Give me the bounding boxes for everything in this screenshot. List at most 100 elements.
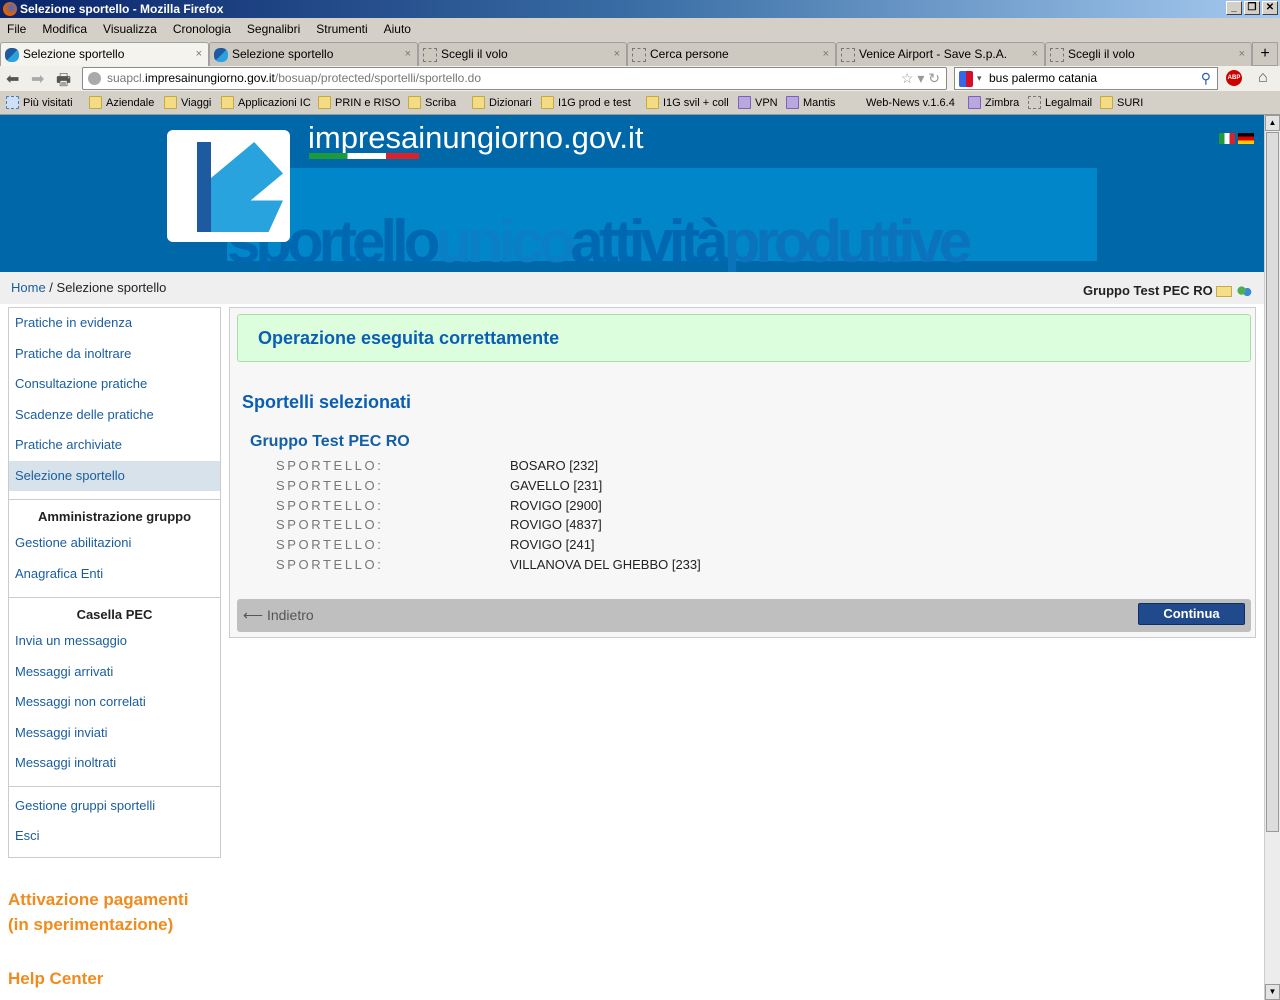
sidebar-item[interactable]: Anagrafica Enti (9, 559, 220, 590)
close-tab-icon[interactable]: × (823, 43, 829, 66)
tab[interactable]: Selezione sportello × (209, 42, 418, 66)
menu-strumenti[interactable]: Strumenti (316, 18, 367, 40)
home-icon[interactable]: ⌂ (1258, 69, 1268, 87)
sidebar-item[interactable]: Pratiche in evidenza (9, 308, 220, 339)
back-link[interactable]: ⟵ Indietro (243, 607, 314, 624)
menu-modifica[interactable]: Modifica (42, 18, 87, 40)
sidebar-heading-admin: Amministrazione gruppo (37, 509, 192, 524)
site-logo[interactable] (167, 130, 290, 242)
bookmark-icon (738, 96, 751, 109)
forward-icon[interactable]: ➡ (31, 69, 44, 89)
bookmark-item[interactable]: Legalmail (1028, 91, 1092, 115)
sidebar-item[interactable]: Messaggi inoltrati (9, 748, 220, 779)
success-message: Operazione eseguita correttamente (237, 314, 1251, 362)
bookmark-item[interactable]: I1G svil + coll (646, 91, 729, 115)
bookmark-label: PRIN e RISO (335, 97, 401, 109)
help-center-link[interactable]: Help Center (8, 966, 103, 991)
search-input[interactable]: ▾ bus palermo catania ⚲ (954, 67, 1218, 90)
action-bar: ⟵ Indietro Continua (237, 599, 1251, 632)
row-value: BOSARO [232] (510, 458, 599, 473)
sidebar-item[interactable]: Gestione abilitazioni (9, 528, 220, 559)
list-item: SPORTELLO: ROVIGO [2900] (276, 498, 701, 518)
star-reload-icons[interactable]: ☆ ▾ ↻ (901, 68, 940, 89)
sidebar-item[interactable]: Consultazione pratiche (9, 369, 220, 400)
menu-file[interactable]: File (7, 18, 26, 40)
new-tab-button[interactable]: + (1252, 42, 1278, 66)
google-icon (959, 71, 973, 87)
breadcrumb-home[interactable]: Home (11, 280, 46, 295)
sidebar-item[interactable]: Messaggi inviati (9, 718, 220, 749)
bookmark-item[interactable]: Aziendale (89, 91, 154, 115)
close-tab-icon[interactable]: × (405, 43, 411, 66)
menu-visualizza[interactable]: Visualizza (103, 18, 157, 40)
bookmark-item[interactable]: Mantis (786, 91, 835, 115)
sidebar-item[interactable]: Pratiche da inoltrare (9, 339, 220, 370)
bookmark-label: I1G svil + coll (663, 97, 729, 109)
row-label: SPORTELLO: (276, 537, 384, 553)
close-tab-icon[interactable]: × (196, 43, 202, 66)
search-value: bus palermo catania (989, 71, 1098, 85)
sidebar-item[interactable]: Esci (9, 821, 220, 852)
divider (9, 597, 220, 598)
italian-flag-icon[interactable] (1219, 133, 1235, 144)
adblock-icon[interactable]: ABP (1226, 70, 1242, 86)
bookmark-item[interactable]: Viaggi (164, 91, 211, 115)
bookmark-item[interactable]: Applicazioni IC (221, 91, 311, 115)
url-input[interactable]: suapcl.impresainungiorno.gov.it/bosuap/p… (82, 67, 947, 90)
sidebar-item[interactable]: Pratiche archiviate (9, 430, 220, 461)
tab[interactable]: Selezione sportello × (0, 42, 209, 66)
bookmark-item[interactable]: SURI (1100, 91, 1143, 115)
minimize-button[interactable]: _ (1226, 1, 1242, 15)
sidebar-item[interactable]: Selezione sportello (9, 460, 220, 491)
bookmark-item[interactable]: Dizionari (472, 91, 532, 115)
back-icon[interactable]: ⬅ (6, 69, 19, 89)
folder-icon (89, 96, 102, 109)
close-tab-icon[interactable]: × (614, 43, 620, 66)
menu-cronologia[interactable]: Cronologia (173, 18, 231, 40)
tab[interactable]: Venice Airport - Save S.p.A. × (836, 42, 1045, 66)
bookmark-item[interactable]: I1G prod e test (541, 91, 631, 115)
sidebar-item[interactable]: Messaggi arrivati (9, 657, 220, 688)
scroll-thumb[interactable] (1266, 132, 1279, 832)
continue-button[interactable]: Continua (1138, 603, 1245, 625)
bookmark-label: Web-News v.1.6.4 (866, 97, 955, 109)
german-flag-icon[interactable] (1238, 133, 1254, 144)
bookmark-item[interactable]: Scriba (408, 91, 456, 115)
bookmark-item[interactable]: Zimbra (968, 91, 1019, 115)
users-icon[interactable] (1236, 284, 1252, 299)
menu-aiuto[interactable]: Aiuto (384, 18, 411, 40)
bookmark-icon (786, 96, 799, 109)
envelope-icon[interactable] (1216, 286, 1233, 298)
tab[interactable]: Cerca persone × (627, 42, 836, 66)
menu-segnalibri[interactable]: Segnalibri (247, 18, 300, 40)
search-icon[interactable]: ⚲ (1201, 68, 1211, 89)
tab[interactable]: Scegli il volo × (1045, 42, 1252, 66)
menu-bar: File Modifica Visualizza Cronologia Segnalib… (0, 18, 1280, 40)
bookmark-icon (1028, 96, 1041, 109)
close-tab-icon[interactable]: × (1032, 43, 1038, 66)
sidebar-item[interactable]: Invia un messaggio (9, 626, 220, 657)
site-name[interactable]: impresainungiorno.gov.it (308, 120, 643, 156)
bookmark-icon (968, 96, 981, 109)
vertical-scrollbar[interactable]: ▲ ▼ (1264, 115, 1280, 1000)
sidebar-item[interactable]: Scadenze delle pratiche (9, 400, 220, 431)
restore-button[interactable]: ❐ (1244, 1, 1260, 15)
bookmark-item[interactable]: PRIN e RISO (318, 91, 400, 115)
sidebar-item[interactable]: Gestione gruppi sportelli (9, 791, 220, 822)
bookmark-item[interactable]: VPN (738, 91, 778, 115)
close-tab-icon[interactable]: × (1239, 43, 1245, 66)
bookmark-item[interactable]: Web-News v.1.6.4 (866, 91, 955, 115)
bookmark-label: Più visitati (23, 97, 73, 109)
sidebar-item[interactable]: Messaggi non correlati (9, 687, 220, 718)
tab-strip: + Selezione sportello × Selezione sportello… (0, 40, 1280, 66)
row-value: GAVELLO [231] (510, 477, 603, 493)
sidebar-heading-pec: Casella PEC (76, 607, 153, 622)
scroll-up-icon[interactable]: ▲ (1265, 115, 1280, 131)
dropdown-icon[interactable]: ▾ (977, 68, 982, 89)
bookmark-item[interactable]: Più visitati (6, 91, 73, 115)
payments-link[interactable]: Attivazione pagamenti (in sperimentazione… (8, 887, 188, 937)
close-window-button[interactable]: ✕ (1262, 1, 1278, 15)
navigation-toolbar: ⬅ ➡ 🖶 suapcl.impresainungiorno.gov.it/bo… (0, 66, 1280, 91)
scroll-down-icon[interactable]: ▼ (1265, 984, 1280, 1000)
tab[interactable]: Scegli il volo × (418, 42, 627, 66)
